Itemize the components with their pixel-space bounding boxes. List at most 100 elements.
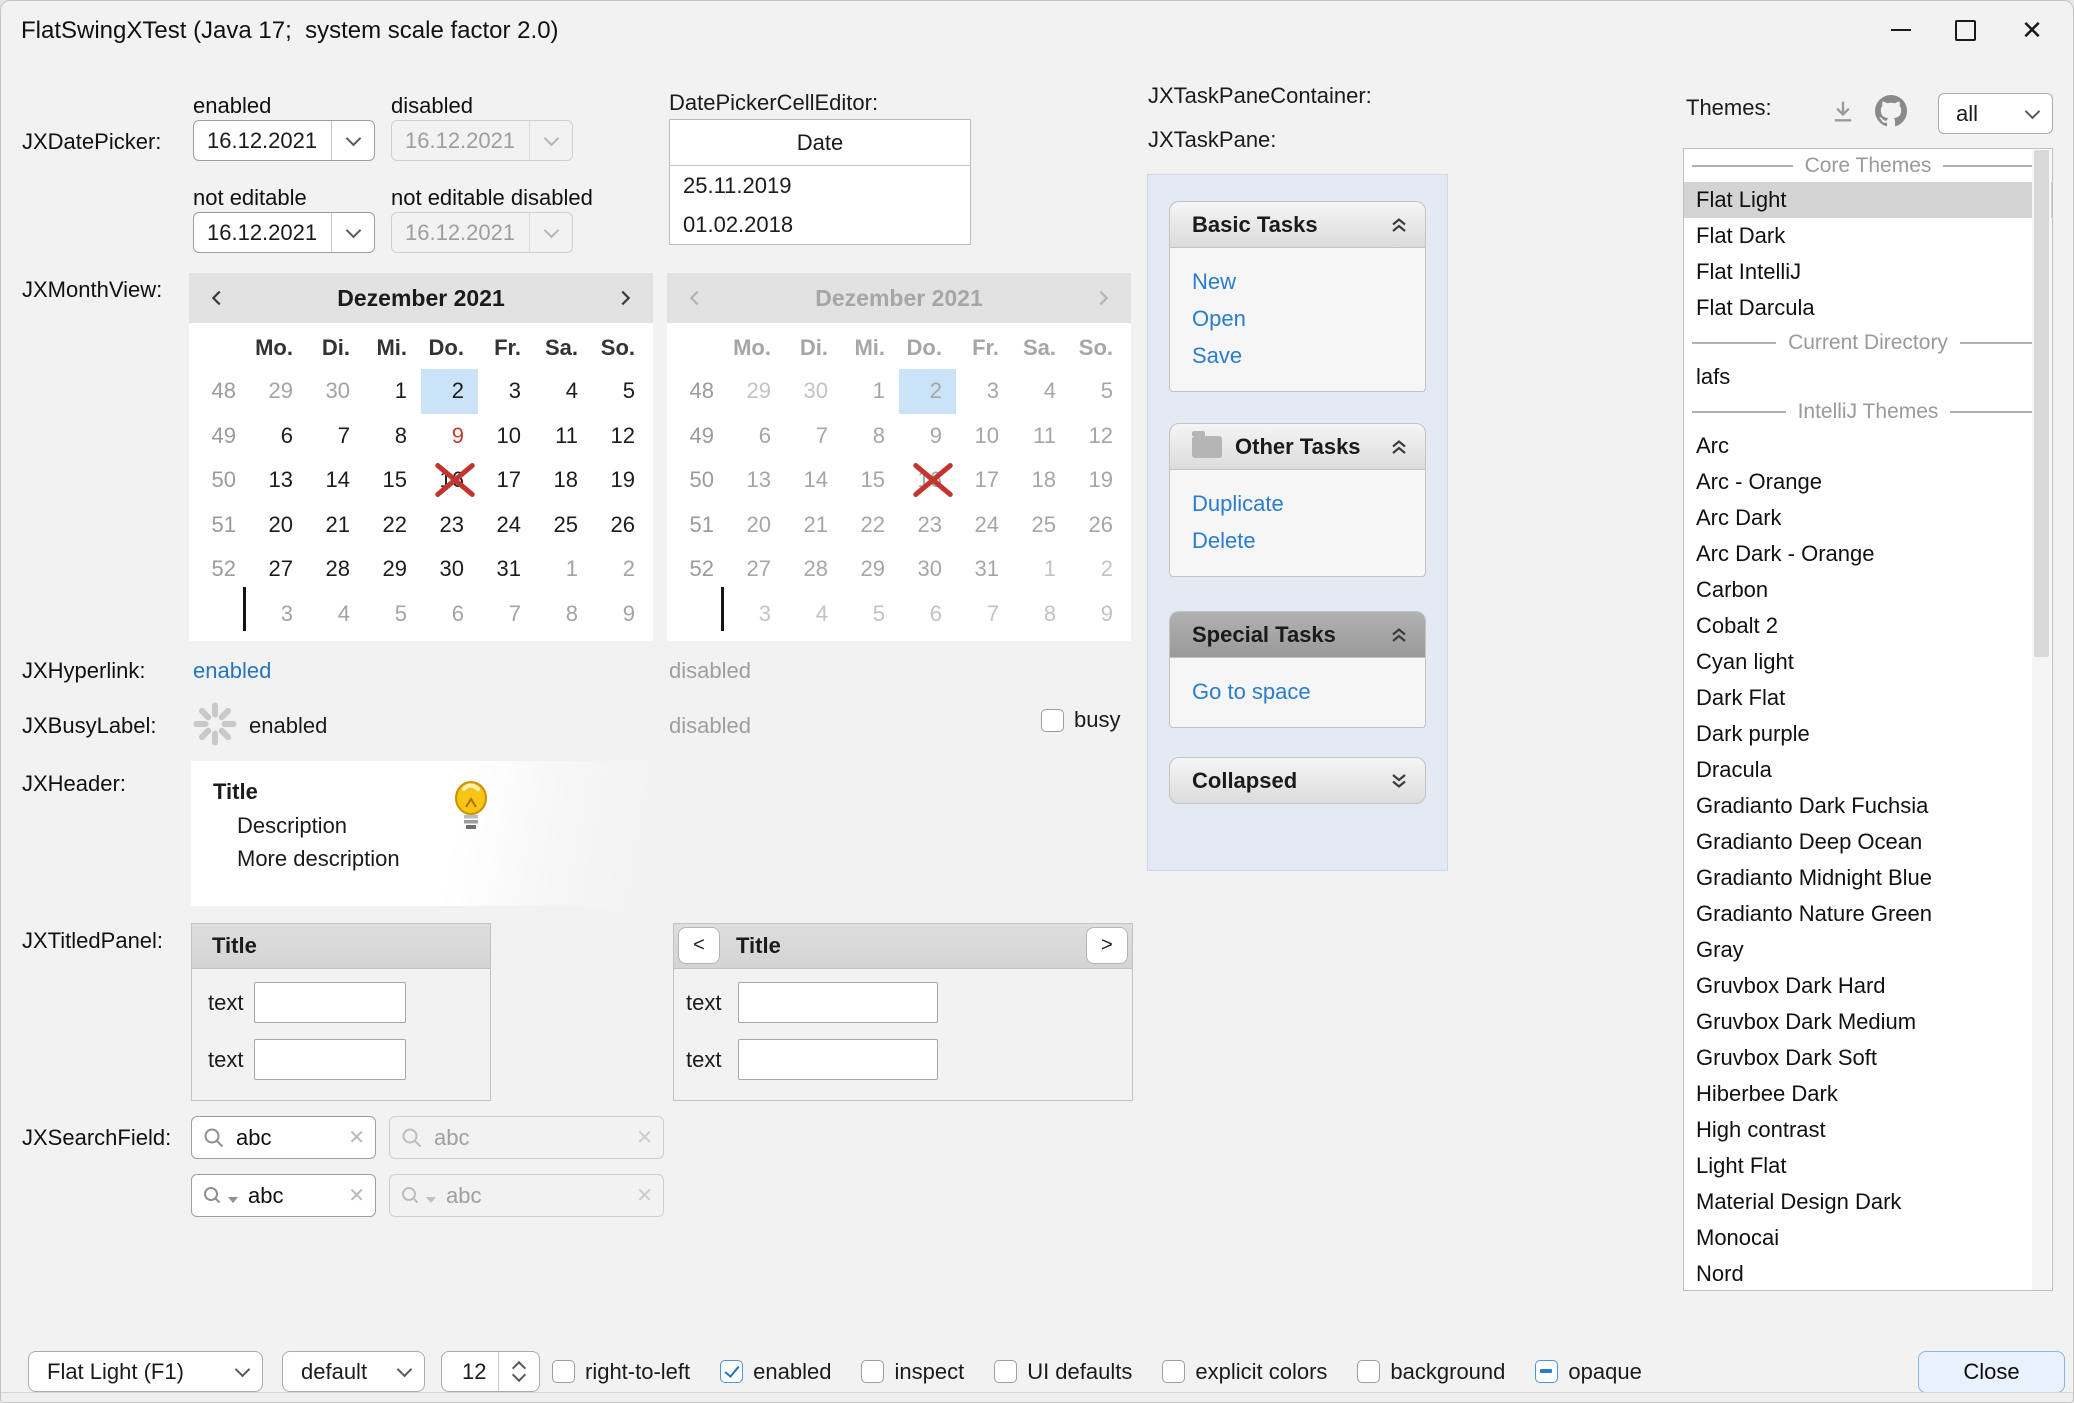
close-window-button[interactable]: ✕ xyxy=(2001,3,2063,57)
datepicker-enabled[interactable]: 16.12.2021 xyxy=(193,120,375,161)
day-cell[interactable]: 3 xyxy=(250,592,307,637)
taskpane-header[interactable]: Other Tasks xyxy=(1169,423,1426,470)
opaque-checkbox[interactable] xyxy=(1535,1360,1558,1383)
text-field[interactable] xyxy=(738,982,938,1023)
search-input[interactable]: abc xyxy=(226,1125,348,1151)
theme-list-item[interactable]: Flat Light xyxy=(1684,182,2052,218)
theme-list-item[interactable]: Gruvbox Dark Medium xyxy=(1684,1004,2052,1040)
theme-list-item[interactable]: Light Flat xyxy=(1684,1148,2052,1184)
day-cell[interactable]: 12 xyxy=(592,414,649,459)
day-cell[interactable]: 9 xyxy=(421,414,478,459)
theme-list-item[interactable]: Carbon xyxy=(1684,572,2052,608)
taskpane-header[interactable]: Special Tasks xyxy=(1169,611,1426,658)
day-cell[interactable]: 30 xyxy=(307,369,364,414)
taskpane-header[interactable]: Collapsed xyxy=(1169,757,1426,804)
theme-list-item[interactable]: Dracula xyxy=(1684,752,2052,788)
search-input[interactable]: abc xyxy=(238,1183,348,1209)
download-themes-button[interactable] xyxy=(1829,97,1857,131)
enabled-checkbox[interactable] xyxy=(720,1360,743,1383)
table-row[interactable]: 01.02.2018 xyxy=(670,205,970,244)
celleditor-table[interactable]: Date 25.11.201901.02.2018 xyxy=(669,119,971,245)
day-cell[interactable]: 6 xyxy=(250,414,307,459)
right-to-left-checkbox[interactable] xyxy=(552,1360,575,1383)
taskpane-link[interactable]: Open xyxy=(1192,300,1425,337)
theme-list-item[interactable]: Nord xyxy=(1684,1256,2052,1291)
day-cell[interactable]: 28 xyxy=(307,547,364,592)
titledpanel-right-button[interactable]: > xyxy=(1086,927,1128,964)
day-cell[interactable]: 4 xyxy=(535,369,592,414)
theme-list-item[interactable]: Flat Darcula xyxy=(1684,290,2052,326)
day-cell[interactable]: 1 xyxy=(535,547,592,592)
day-cell[interactable]: 21 xyxy=(307,503,364,548)
UI-defaults-checkbox[interactable] xyxy=(994,1360,1017,1383)
theme-list-item[interactable]: Gruvbox Dark Soft xyxy=(1684,1040,2052,1076)
day-cell[interactable]: 13 xyxy=(250,458,307,503)
text-field[interactable] xyxy=(738,1039,938,1080)
minimize-button[interactable] xyxy=(1870,3,1932,57)
day-cell[interactable]: 10 xyxy=(478,414,535,459)
day-cell[interactable]: 23 xyxy=(421,503,478,548)
theme-list-item[interactable]: Gray xyxy=(1684,932,2052,968)
theme-list-item[interactable]: Arc xyxy=(1684,428,2052,464)
theme-list-item[interactable]: Material Design Dark xyxy=(1684,1184,2052,1220)
clear-icon[interactable]: ✕ xyxy=(348,1125,365,1150)
theme-list-item[interactable]: High contrast xyxy=(1684,1112,2052,1148)
datepicker-dropdown-button[interactable] xyxy=(331,213,374,252)
datepicker-value[interactable]: 16.12.2021 xyxy=(194,128,331,154)
taskpane-link[interactable]: Save xyxy=(1192,337,1425,374)
theme-list-item[interactable]: Dark purple xyxy=(1684,716,2052,752)
themes-filter-combobox[interactable]: all xyxy=(1938,93,2053,134)
text-field[interactable] xyxy=(254,1039,406,1080)
day-cell[interactable]: 4 xyxy=(307,592,364,637)
taskpane-header[interactable]: Basic Tasks xyxy=(1169,201,1426,248)
day-cell[interactable]: 24 xyxy=(478,503,535,548)
day-cell[interactable]: 25 xyxy=(535,503,592,548)
busy-checkbox[interactable] xyxy=(1041,709,1064,732)
table-column-header[interactable]: Date xyxy=(670,120,970,166)
spinner-buttons[interactable] xyxy=(498,1352,539,1391)
next-month-button[interactable] xyxy=(597,287,653,309)
previous-month-button[interactable] xyxy=(189,287,245,309)
theme-list-item[interactable]: Monocai xyxy=(1684,1220,2052,1256)
day-cell[interactable]: 6 xyxy=(421,592,478,637)
day-cell[interactable]: 8 xyxy=(535,592,592,637)
day-cell[interactable]: 31 xyxy=(478,547,535,592)
datepicker-dropdown-button[interactable] xyxy=(331,121,374,160)
text-field[interactable] xyxy=(254,982,406,1023)
day-cell[interactable]: 19 xyxy=(592,458,649,503)
close-button[interactable]: Close xyxy=(1918,1351,2065,1393)
searchfield-with-menu-enabled[interactable]: abc ✕ xyxy=(191,1174,376,1217)
day-cell[interactable]: 1 xyxy=(364,369,421,414)
taskpane-link[interactable]: Delete xyxy=(1192,522,1425,559)
laf-combobox[interactable]: Flat Light (F1) xyxy=(28,1351,263,1392)
day-cell[interactable]: 11 xyxy=(535,414,592,459)
theme-list-item[interactable]: Gradianto Midnight Blue xyxy=(1684,860,2052,896)
theme-list-item[interactable]: Dark Flat xyxy=(1684,680,2052,716)
day-cell[interactable]: 30 xyxy=(421,547,478,592)
theme-list-item[interactable]: Arc Dark - Orange xyxy=(1684,536,2052,572)
day-cell[interactable]: 2 xyxy=(421,369,478,414)
day-cell[interactable]: 22 xyxy=(364,503,421,548)
style-combobox[interactable]: default xyxy=(282,1351,425,1392)
font-size-value[interactable]: 12 xyxy=(442,1359,498,1385)
theme-list-item[interactable]: Gradianto Nature Green xyxy=(1684,896,2052,932)
searchfield-enabled[interactable]: abc ✕ xyxy=(191,1116,376,1159)
day-cell[interactable]: 5 xyxy=(364,592,421,637)
taskpane-link[interactable]: Go to space xyxy=(1192,673,1425,710)
day-cell[interactable]: 7 xyxy=(478,592,535,637)
day-cell[interactable]: 29 xyxy=(250,369,307,414)
day-cell[interactable]: 16 xyxy=(421,458,478,503)
theme-list-item[interactable]: Cyan light xyxy=(1684,644,2052,680)
day-cell[interactable]: 20 xyxy=(250,503,307,548)
theme-list-item[interactable]: Flat IntelliJ xyxy=(1684,254,2052,290)
datepicker-not-editable[interactable]: 16.12.2021 xyxy=(193,212,375,253)
background-checkbox[interactable] xyxy=(1357,1360,1380,1383)
explicit-colors-checkbox[interactable] xyxy=(1162,1360,1185,1383)
theme-list-item[interactable]: Cobalt 2 xyxy=(1684,608,2052,644)
day-cell[interactable]: 17 xyxy=(478,458,535,503)
theme-list-item[interactable]: Gruvbox Dark Hard xyxy=(1684,968,2052,1004)
clear-icon[interactable]: ✕ xyxy=(348,1183,365,1208)
day-cell[interactable]: 2 xyxy=(592,547,649,592)
font-size-spinner[interactable]: 12 xyxy=(441,1351,540,1392)
taskpane-link[interactable]: New xyxy=(1192,263,1425,300)
